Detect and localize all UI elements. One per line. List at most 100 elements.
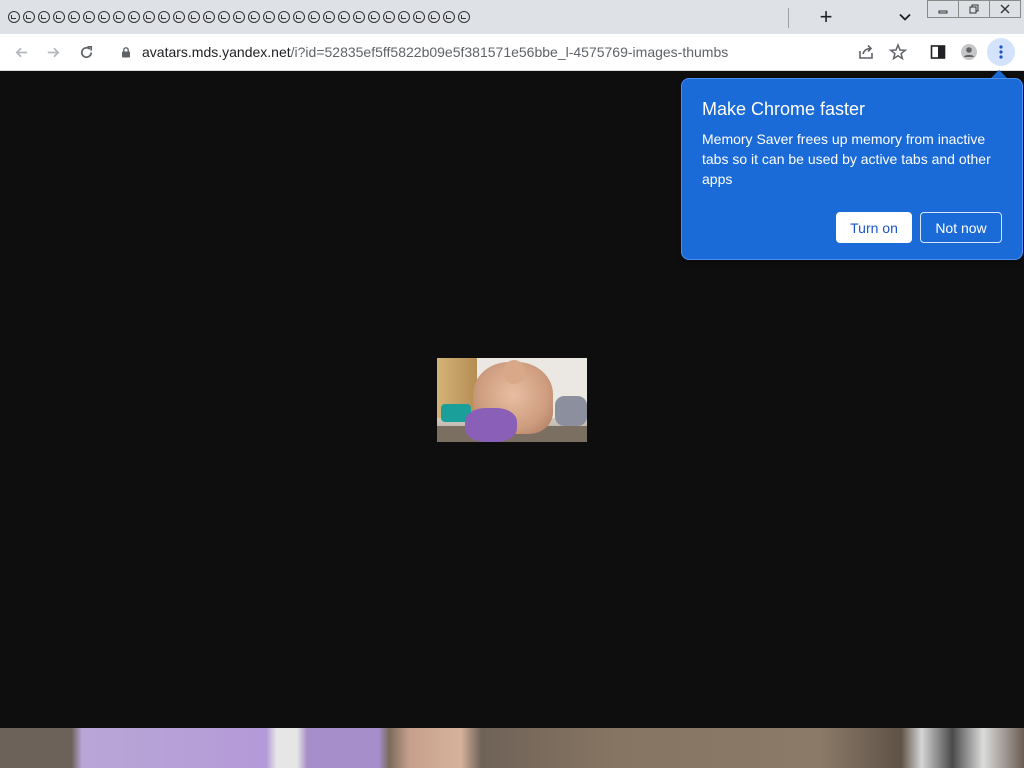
tab-strip: + <box>0 0 1024 34</box>
browser-tab[interactable] <box>456 5 471 29</box>
browser-tab[interactable] <box>231 5 246 29</box>
browser-tab[interactable] <box>351 5 366 29</box>
browser-tab[interactable] <box>156 5 171 29</box>
shield-swirl-icon <box>187 11 200 23</box>
new-tab-button[interactable]: + <box>814 5 838 29</box>
browser-tab[interactable] <box>411 5 426 29</box>
browser-tab[interactable] <box>336 5 351 29</box>
shield-swirl-icon <box>7 11 20 23</box>
shield-swirl-icon <box>217 11 230 23</box>
memory-saver-popup: Make Chrome faster Memory Saver frees up… <box>681 78 1023 260</box>
chevron-down-icon <box>899 13 911 21</box>
url-text[interactable]: avatars.mds.yandex.net/i?id=52835ef5ff58… <box>142 44 728 60</box>
browser-tab[interactable] <box>141 5 156 29</box>
browser-tab[interactable] <box>261 5 276 29</box>
browser-tab[interactable] <box>51 5 66 29</box>
browser-tab[interactable] <box>201 5 216 29</box>
share-icon <box>859 44 873 59</box>
browser-tab[interactable] <box>321 5 336 29</box>
thumbnail-image[interactable] <box>437 358 587 442</box>
shield-swirl-icon <box>22 11 35 23</box>
shield-swirl-icon <box>157 11 170 23</box>
lock-icon <box>122 47 130 58</box>
browser-tab[interactable] <box>66 5 81 29</box>
turn-on-button[interactable]: Turn on <box>836 212 912 243</box>
shield-swirl-icon <box>412 11 425 23</box>
star-icon <box>889 43 907 61</box>
arrow-right-icon <box>47 47 59 57</box>
tab-separator <box>788 8 789 28</box>
side-panel-button[interactable] <box>926 40 950 64</box>
minimize-icon <box>938 10 948 14</box>
browser-tab[interactable] <box>126 5 141 29</box>
tab-search-button[interactable] <box>893 5 917 29</box>
arrow-left-icon <box>15 47 27 57</box>
browser-tab[interactable] <box>246 5 261 29</box>
back-button[interactable] <box>9 40 33 64</box>
side-panel-icon <box>930 45 946 59</box>
shield-swirl-icon <box>292 11 305 23</box>
shield-swirl-icon <box>52 11 65 23</box>
shield-swirl-icon <box>382 11 395 23</box>
forward-button[interactable] <box>41 40 65 64</box>
shield-swirl-icon <box>142 11 155 23</box>
url-host: avatars.mds.yandex.net <box>142 44 291 60</box>
profile-button[interactable] <box>957 40 981 64</box>
window-controls <box>927 0 1021 18</box>
url-path: /i?id=52835ef5ff5822b09e5f381571e56bbe_l… <box>290 44 729 60</box>
close-icon <box>1000 4 1010 14</box>
shield-swirl-icon <box>337 11 350 23</box>
browser-tab[interactable] <box>216 5 231 29</box>
share-button[interactable] <box>854 40 878 64</box>
browser-tab[interactable] <box>6 5 21 29</box>
bookmark-button[interactable] <box>886 40 910 64</box>
three-dots-vertical-icon <box>999 45 1003 59</box>
shield-swirl-icon <box>232 11 245 23</box>
browser-tab[interactable] <box>291 5 306 29</box>
browser-tab[interactable] <box>111 5 126 29</box>
browser-tab[interactable] <box>171 5 186 29</box>
shield-swirl-icon <box>127 11 140 23</box>
browser-tab[interactable] <box>306 5 321 29</box>
shield-swirl-icon <box>112 11 125 23</box>
shield-swirl-icon <box>67 11 80 23</box>
browser-tab[interactable] <box>441 5 456 29</box>
shield-swirl-icon <box>37 11 50 23</box>
chrome-menu-button[interactable] <box>987 38 1015 66</box>
browser-tab[interactable] <box>81 5 96 29</box>
shield-swirl-icon <box>307 11 320 23</box>
browser-tab[interactable] <box>381 5 396 29</box>
shield-swirl-icon <box>322 11 335 23</box>
browser-tab[interactable] <box>36 5 51 29</box>
browser-tab[interactable] <box>396 5 411 29</box>
browser-tab[interactable] <box>186 5 201 29</box>
minimize-button[interactable] <box>928 1 959 17</box>
popup-body: Memory Saver frees up memory from inacti… <box>702 131 991 187</box>
restore-button[interactable] <box>959 1 990 17</box>
browser-tab[interactable] <box>276 5 291 29</box>
shield-swirl-icon <box>202 11 215 23</box>
large-image-edge <box>0 728 1024 768</box>
tab-list <box>6 5 471 29</box>
browser-tab[interactable] <box>21 5 36 29</box>
browser-tab[interactable] <box>426 5 441 29</box>
shield-swirl-icon <box>277 11 290 23</box>
reload-button[interactable] <box>74 40 98 64</box>
restore-icon <box>969 4 979 14</box>
shield-swirl-icon <box>247 11 260 23</box>
browser-toolbar: avatars.mds.yandex.net/i?id=52835ef5ff58… <box>0 34 1024 71</box>
shield-swirl-icon <box>457 11 470 23</box>
shield-swirl-icon <box>352 11 365 23</box>
shield-swirl-icon <box>172 11 185 23</box>
shield-swirl-icon <box>442 11 455 23</box>
browser-tab[interactable] <box>366 5 381 29</box>
shield-swirl-icon <box>262 11 275 23</box>
browser-tab[interactable] <box>96 5 111 29</box>
profile-icon <box>961 44 977 60</box>
shield-swirl-icon <box>97 11 110 23</box>
close-window-button[interactable] <box>990 1 1020 17</box>
shield-swirl-icon <box>397 11 410 23</box>
shield-swirl-icon <box>367 11 380 23</box>
not-now-button[interactable]: Not now <box>920 212 1002 243</box>
popup-title: Make Chrome faster <box>702 99 866 119</box>
